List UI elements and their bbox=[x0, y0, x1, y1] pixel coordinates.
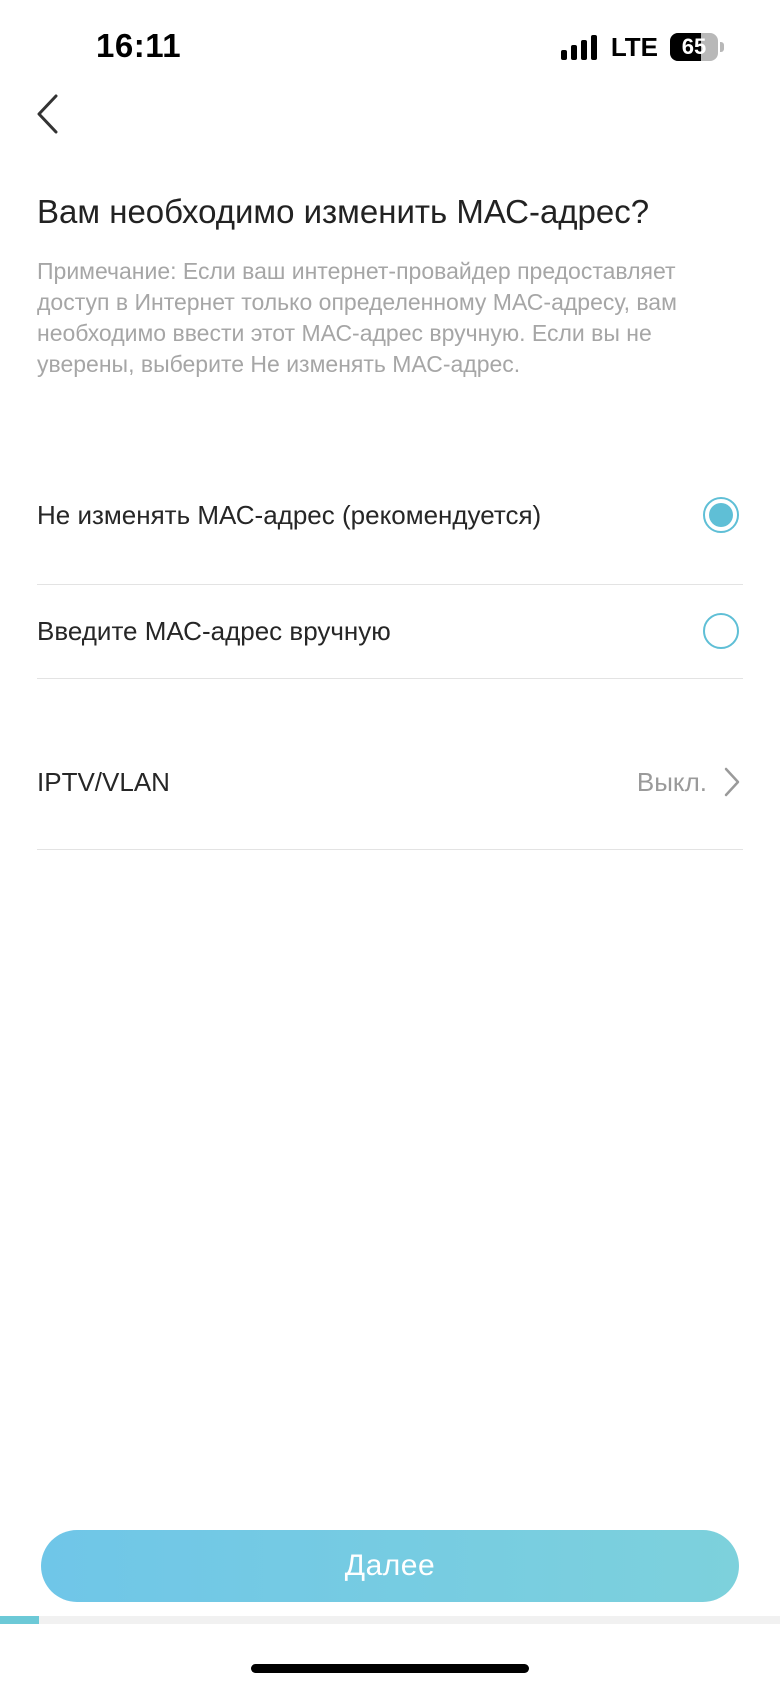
cellular-signal-icon bbox=[560, 34, 597, 60]
next-button-label: Далее bbox=[344, 1549, 436, 1582]
battery-icon: 65 bbox=[670, 33, 724, 61]
home-indicator[interactable] bbox=[251, 1664, 529, 1673]
option-manual-mac[interactable]: Введите МАС-адрес вручную bbox=[37, 586, 743, 676]
note-text: Примечание: Если ваш интернет-провайдер … bbox=[37, 258, 677, 377]
next-button[interactable]: Далее bbox=[41, 1530, 739, 1602]
iptv-value-group: Выкл. bbox=[637, 765, 743, 799]
radio-unselected-icon[interactable] bbox=[703, 613, 739, 649]
back-button[interactable] bbox=[24, 86, 80, 142]
iptv-vlan-row[interactable]: IPTV/VLAN Выкл. bbox=[37, 736, 743, 828]
network-type: LTE bbox=[610, 31, 658, 62]
option-label: Введите МАС-адрес вручную bbox=[37, 615, 391, 646]
status-indicators: LTE 65 bbox=[560, 30, 724, 64]
battery-percent: 65 bbox=[681, 34, 707, 59]
divider bbox=[37, 584, 743, 585]
iptv-status: Выкл. bbox=[636, 766, 707, 797]
status-time: 16:11 bbox=[96, 27, 182, 64]
progress-bar bbox=[0, 1616, 780, 1624]
progress-fill bbox=[0, 1616, 39, 1624]
option-label: Не изменять МАС-адрес (рекомендуется) bbox=[37, 499, 542, 530]
chevron-right-icon bbox=[724, 767, 740, 797]
page-title: Вам необходимо изменить МАС-адрес? bbox=[37, 193, 650, 230]
status-bar: 16:11 LTE 65 bbox=[0, 0, 780, 96]
chevron-left-icon bbox=[37, 94, 58, 134]
iptv-label: IPTV/VLAN bbox=[37, 766, 170, 797]
divider bbox=[37, 849, 743, 850]
divider bbox=[37, 678, 743, 679]
option-keep-mac[interactable]: Не изменять МАС-адрес (рекомендуется) bbox=[37, 470, 743, 560]
radio-selected-icon[interactable] bbox=[703, 497, 739, 533]
